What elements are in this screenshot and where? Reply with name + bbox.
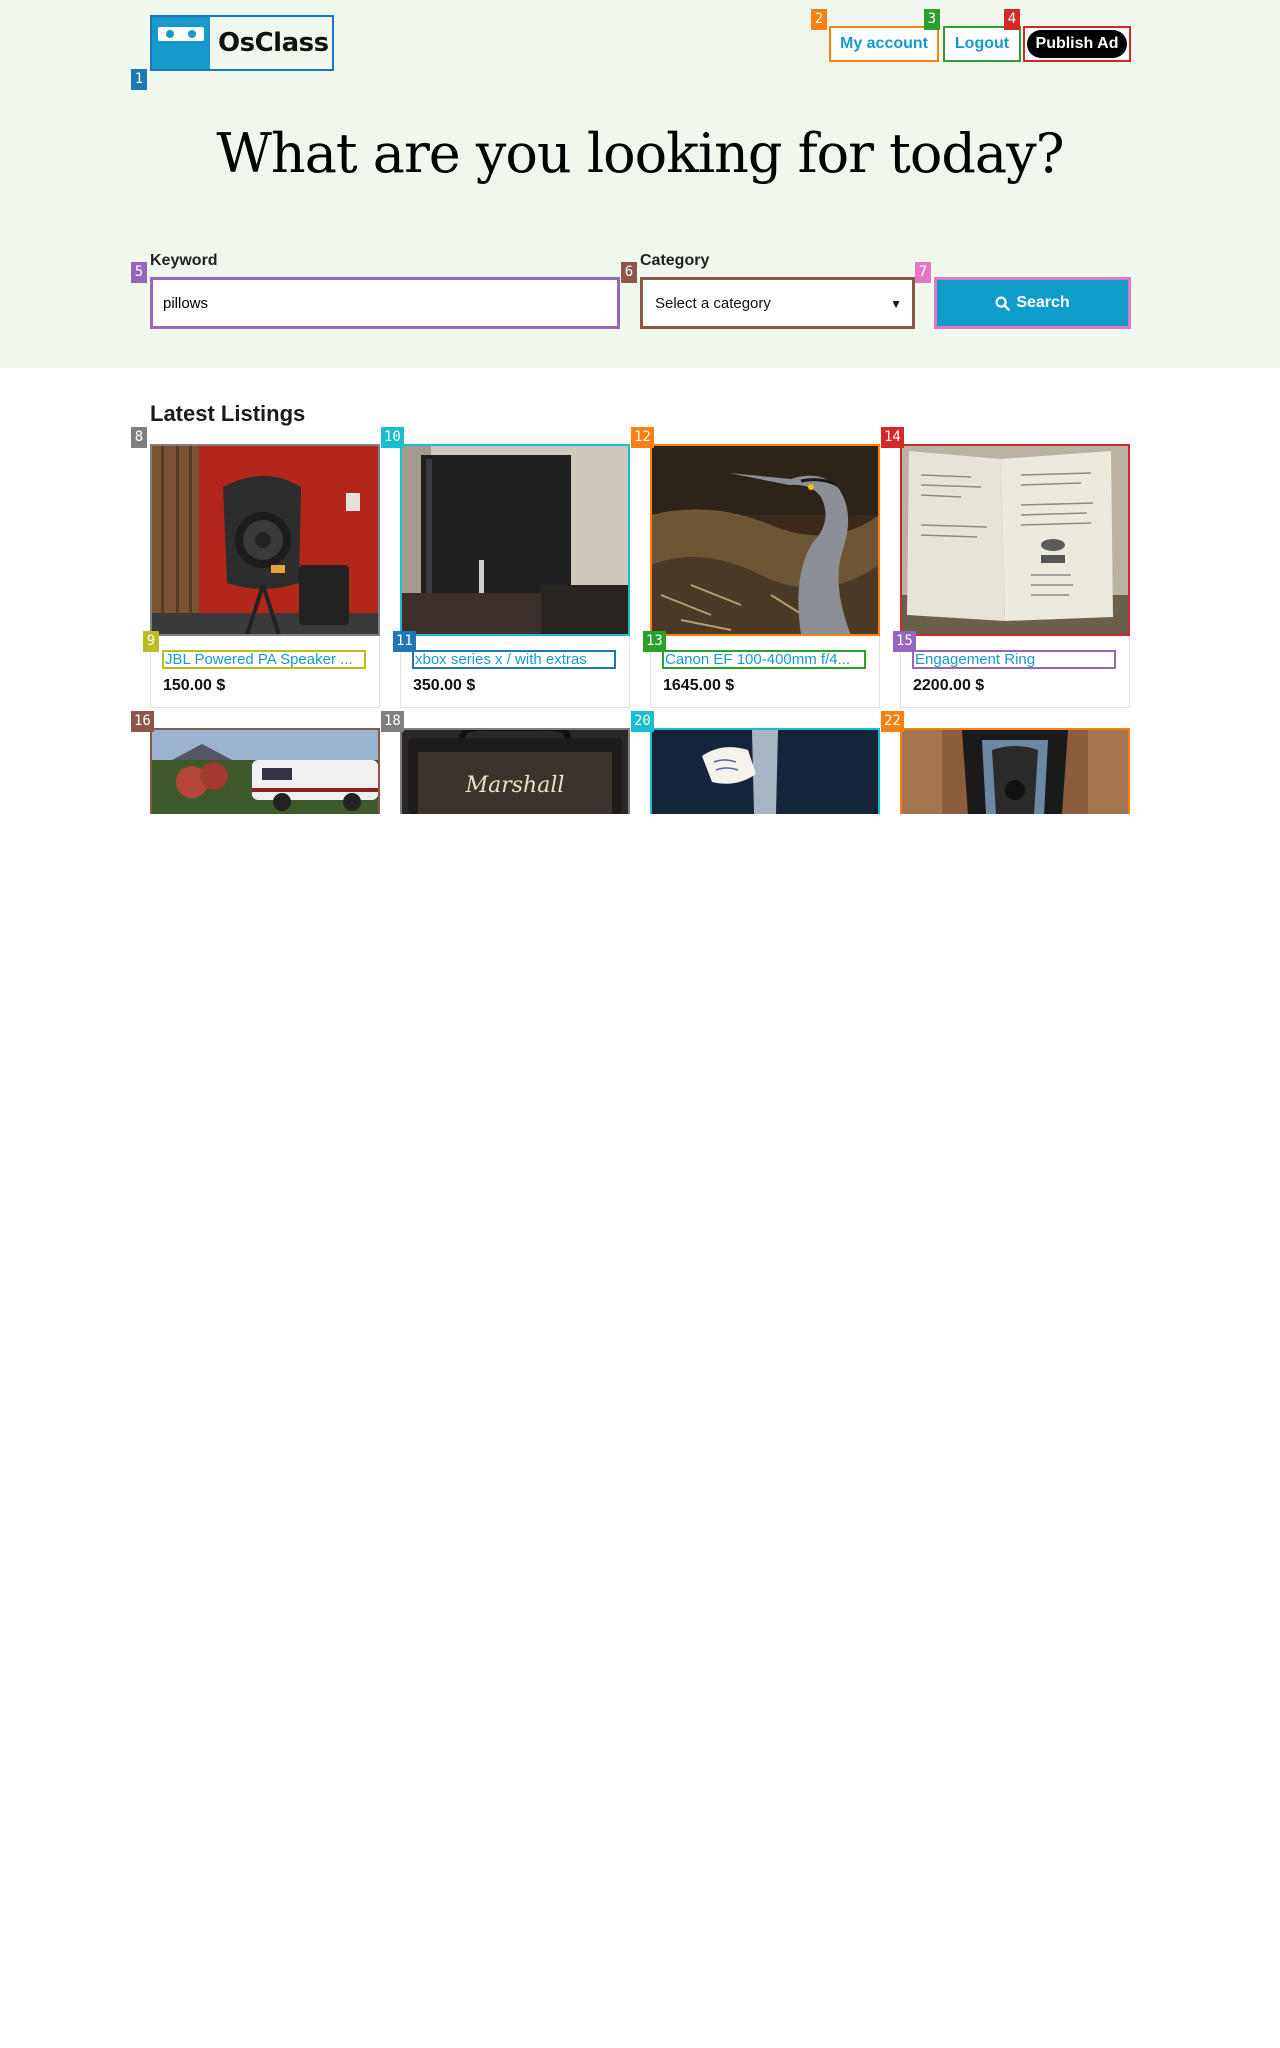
listing-photo[interactable] — [650, 728, 880, 814]
listing-title-link[interactable]: Canon EF 100-400mm f/4... — [662, 650, 866, 669]
chevron-down-icon: ▼ — [890, 297, 902, 311]
listing-photo[interactable] — [401, 445, 629, 635]
mark-badge: 15 — [893, 631, 916, 652]
category-select[interactable]: Select a category ▼ — [640, 277, 915, 329]
listing-photo[interactable] — [150, 728, 380, 814]
mark-badge: 22 — [881, 711, 904, 732]
latest-listings-title: Latest Listings — [150, 401, 306, 426]
listing-photo[interactable] — [651, 445, 879, 635]
mark-badge: 12 — [631, 427, 654, 448]
listing-card: 11 xbox series x / with extras 350.00 $ — [393, 444, 630, 708]
mark-badge: 10 — [381, 427, 404, 448]
logo-text: OsClass — [218, 28, 329, 58]
category-label: Category — [640, 252, 710, 269]
publish-ad-button[interactable]: Publish Ad — [1023, 26, 1131, 62]
listing-title-link[interactable]: JBL Powered PA Speaker ... — [162, 650, 366, 669]
mark-badge: 2 — [811, 9, 827, 30]
listing-photo[interactable] — [151, 445, 379, 635]
publish-ad-label: Publish Ad — [1027, 30, 1127, 58]
listings-row-2: Marshall — [0, 728, 1280, 814]
site-logo[interactable]: OsClass — [150, 15, 334, 71]
listing-photo[interactable] — [901, 445, 1129, 635]
mark-badge: 20 — [631, 711, 654, 732]
logout-link[interactable]: Logout — [943, 26, 1021, 62]
my-account-link[interactable]: My account — [829, 26, 939, 62]
mark-badge: 1 — [131, 69, 147, 90]
logo-icon — [152, 17, 210, 69]
mark-badge: 13 — [643, 631, 666, 652]
category-select-value: Select a category — [655, 294, 771, 312]
listing-price: 2200.00 $ — [913, 677, 985, 694]
search-button[interactable]: Search — [934, 277, 1131, 329]
mark-badge: 14 — [881, 427, 904, 448]
listing-price: 350.00 $ — [413, 677, 476, 694]
listing-title-link[interactable]: Engagement Ring — [912, 650, 1116, 669]
svg-text:Marshall: Marshall — [465, 773, 565, 798]
listing-title-link[interactable]: xbox series x / with extras — [412, 650, 616, 669]
hero-title: What are you looking for today? — [216, 122, 1064, 185]
keyword-label: Keyword — [150, 252, 218, 269]
search-icon — [995, 295, 1011, 311]
listing-photo[interactable] — [900, 728, 1130, 814]
mark-badge: 16 — [131, 711, 154, 732]
listing-price: 150.00 $ — [163, 677, 226, 694]
mark-badge: 3 — [924, 9, 940, 30]
listing-price: 1645.00 $ — [663, 677, 735, 694]
mark-badge: 7 — [915, 262, 931, 283]
listing-photo[interactable]: Marshall — [400, 728, 630, 814]
mark-badge: 6 — [621, 262, 637, 283]
listing-card: 15 Engagement Ring 2200.00 $ — [893, 444, 1130, 708]
keyword-input[interactable] — [150, 277, 620, 329]
mark-badge: 5 — [131, 262, 147, 283]
listing-card: 13 Canon EF 100-400mm f/4... 1645.00 $ — [643, 444, 880, 708]
mark-badge: 11 — [393, 631, 416, 652]
search-button-label: Search — [1016, 294, 1070, 311]
mark-badge: 8 — [131, 427, 147, 448]
listing-card: 9 JBL Powered PA Speaker ... 150.00 $ — [143, 444, 380, 708]
mark-badge: 18 — [381, 711, 404, 732]
mark-badge: 9 — [143, 631, 159, 652]
mark-badge: 4 — [1004, 9, 1020, 30]
